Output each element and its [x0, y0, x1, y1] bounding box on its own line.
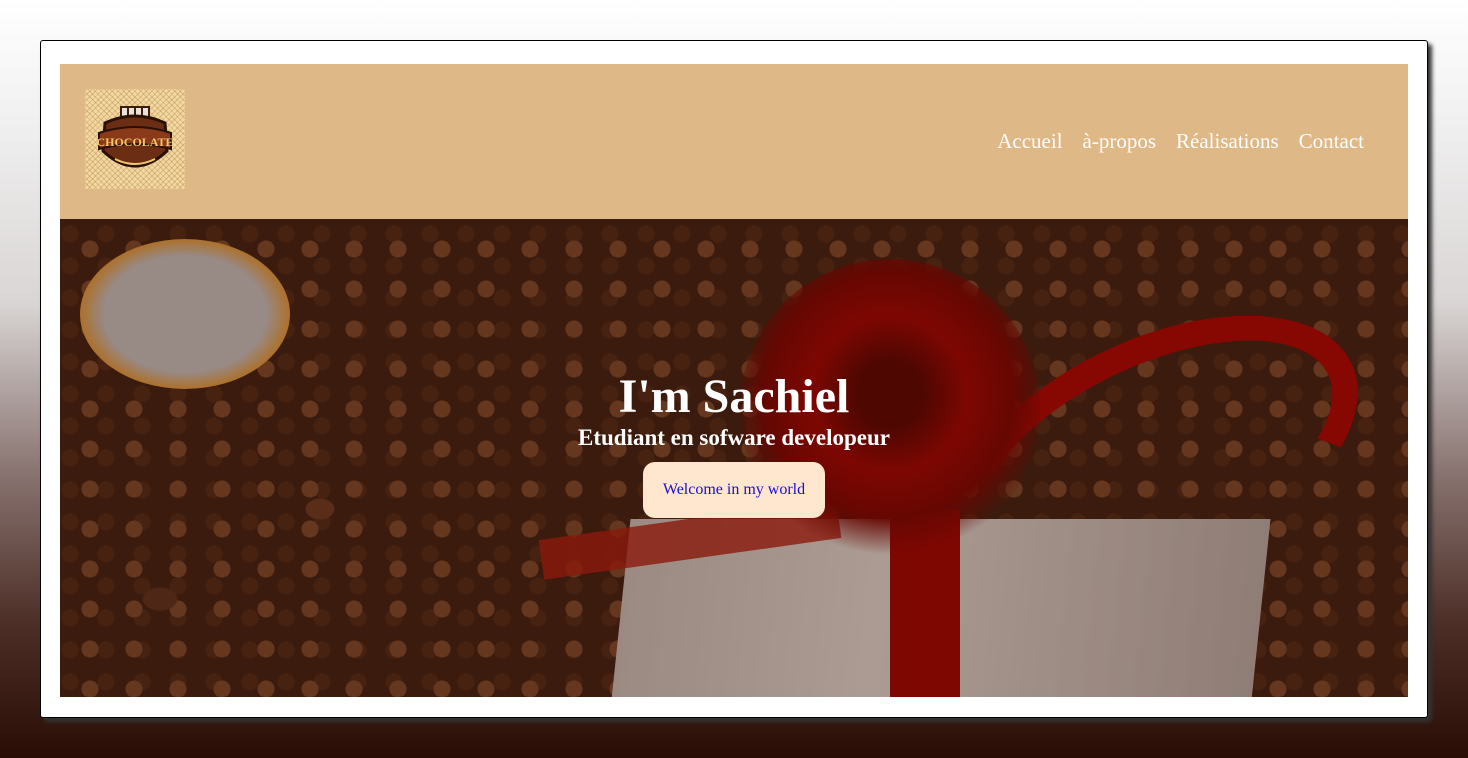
chocolate-logo[interactable]: CHOCOLATE — [85, 89, 185, 189]
hero-content: I'm Sachiel Etudiant en sofware develope… — [60, 369, 1408, 518]
main-nav: Accueil à-propos Réalisations Contact — [997, 129, 1364, 154]
nav-link-contact[interactable]: Contact — [1299, 129, 1364, 154]
hero-subtitle: Etudiant en sofware developeur — [578, 425, 890, 450]
nav-link-realisations[interactable]: Réalisations — [1176, 129, 1279, 154]
nav-link-a-propos[interactable]: à-propos — [1083, 129, 1156, 154]
logo-lettering: CHOCOLATE — [96, 135, 173, 149]
hero-title: I'm Sachiel — [618, 370, 850, 423]
welcome-button[interactable]: Welcome in my world — [642, 462, 826, 518]
site-header: CHOCOLATE Accueil à-propos Réalisations … — [60, 64, 1408, 219]
page-card: CHOCOLATE Accueil à-propos Réalisations … — [40, 40, 1428, 718]
hero-banner: I'm Sachiel Etudiant en sofware develope… — [60, 219, 1408, 697]
chocolate-logo-icon: CHOCOLATE — [96, 106, 174, 168]
nav-link-accueil[interactable]: Accueil — [997, 129, 1062, 154]
